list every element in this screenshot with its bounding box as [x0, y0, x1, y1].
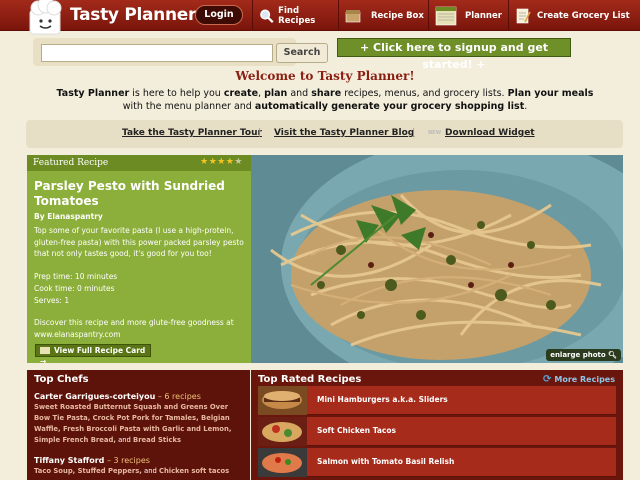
welcome-share: share [311, 88, 342, 99]
welcome-plan: plan [264, 88, 288, 99]
recipe-card-icon [40, 347, 50, 354]
blog-link[interactable]: Visit the Tasty Planner Blog [274, 128, 414, 138]
tour-link[interactable]: Take the Tasty Planner Tour [122, 128, 262, 138]
magnifier-icon [260, 9, 274, 23]
rated-recipe-label: Mini Hamburgers a.k.a. Sliders [317, 395, 448, 404]
featured-photo[interactable]: enlarge photo 🔍︎ [251, 155, 623, 363]
new-tag: NEW [428, 130, 442, 136]
zoom-icon: 🔍︎ [608, 351, 617, 359]
welcome-create: create [223, 88, 259, 99]
enlarge-photo-label: enlarge photo [550, 351, 606, 359]
welcome-text-part: with the menu planner and [122, 101, 255, 112]
search-button[interactable]: Search [276, 43, 328, 63]
nav-planner[interactable]: Planner [428, 0, 506, 31]
chef-logo-icon[interactable] [24, 0, 68, 36]
top-rated-title: Top Rated Recipes [258, 374, 362, 385]
nav-grocery-list-label: Create Grocery List [537, 10, 630, 21]
top-chefs-panel: Top Chefs Carter Garrigues-corteiyou – 6… [27, 370, 250, 480]
links-bar: Take the Tasty Planner Tour | Visit the … [26, 120, 623, 148]
link-separator: | [258, 128, 262, 138]
chef-recipe-link[interactable]: Chicken soft tacos [159, 467, 229, 475]
chef-recipes: Sweet Roasted Butternut Squash and Green… [34, 402, 246, 446]
link-separator: | [412, 128, 416, 138]
serves: Serves: 1 [34, 296, 70, 305]
chef-name[interactable]: Carter Garrigues-corteiyou [34, 392, 155, 401]
site-header: Tasty Planner Login Find Recipes Recipe … [0, 0, 640, 35]
featured-header-label: Featured Recipe [33, 158, 109, 168]
view-recipe-card-button[interactable]: View Full Recipe Card → [35, 344, 151, 366]
rated-recipe-row[interactable]: Mini Hamburgers a.k.a. Sliders [258, 386, 616, 415]
welcome-text-part: recipes, menus, and grocery lists. [341, 88, 508, 99]
enlarge-photo-button[interactable]: enlarge photo 🔍︎ [546, 349, 621, 361]
more-recipes-label: More Recipes [554, 375, 615, 384]
chef-name[interactable]: Tiffany Stafford [34, 456, 104, 465]
refresh-icon: ⟳ [543, 374, 552, 385]
nav-recipe-box-label: Recipe Box [371, 10, 424, 21]
planner-icon [435, 6, 457, 25]
welcome-brand: Tasty Planner [56, 88, 130, 99]
top-rated-panel: Top Rated Recipes ⟳ More Recipes Mini Ham… [251, 370, 623, 480]
recipe-thumbnail[interactable] [258, 448, 307, 477]
welcome-title: Welcome to Tasty Planner! [235, 69, 415, 83]
login-button[interactable]: Login [195, 5, 243, 25]
featured-more: Discover this recipe and more glute-free… [34, 318, 234, 339]
chef-recipe-count: – 3 recipes [104, 456, 150, 465]
signup-button[interactable]: + Click here to signup and get started! … [337, 38, 571, 71]
welcome-plan-meals: Plan your meals [507, 88, 594, 99]
chef-recipes: Taco Soup, Stuffed Peppers, and Chicken … [34, 466, 246, 477]
chef-recipes-and: and [141, 467, 159, 475]
chef-entry: Carter Garrigues-corteiyou – 6 recipes S… [34, 392, 246, 446]
widget-link[interactable]: Download Widget [445, 128, 535, 138]
cook-time: Cook time: 0 minutes [34, 284, 115, 293]
rated-recipe-label: Soft Chicken Tacos [317, 426, 396, 435]
search-bar: Search [33, 38, 328, 66]
rating-stars: ★★★★★ [200, 157, 243, 167]
chef-recipe-link[interactable]: Bread Sticks [133, 436, 181, 444]
rated-recipe-label: Salmon with Tomato Basil Relish [317, 457, 455, 466]
featured-description: Top some of your favorite pasta (I use a… [34, 226, 244, 258]
top-chefs-title: Top Chefs [34, 374, 89, 385]
grocery-list-icon [516, 8, 531, 23]
pasta-image [251, 155, 623, 363]
nav-find-recipes[interactable]: Find Recipes [252, 0, 336, 31]
welcome-generate-list: automatically generate your grocery shop… [254, 101, 525, 112]
logo-text[interactable]: Tasty Planner [70, 5, 196, 25]
chef-recipes-and: and [115, 436, 134, 444]
featured-author[interactable]: By Elanaspantry [34, 212, 103, 221]
rated-recipe-row[interactable]: Salmon with Tomato Basil Relish [258, 448, 616, 477]
welcome-text-part: is here to help you [129, 88, 224, 99]
chef-entry: Tiffany Stafford – 3 recipes Taco Soup, … [34, 456, 246, 477]
search-input[interactable] [41, 44, 273, 62]
nav-grocery-list[interactable]: Create Grocery List [508, 0, 640, 31]
recipe-thumbnail[interactable] [258, 386, 307, 415]
chef-recipe-count: – 6 recipes [155, 392, 201, 401]
more-recipes-link[interactable]: ⟳ More Recipes [543, 374, 615, 385]
rated-recipe-row[interactable]: Soft Chicken Tacos [258, 417, 616, 446]
chef-recipe-links[interactable]: Taco Soup, Stuffed Peppers, [34, 467, 142, 475]
featured-title[interactable]: Parsley Pesto with Sundried Tomatoes [34, 179, 244, 209]
nav-find-recipes-label: Find Recipes [278, 5, 316, 26]
featured-header: Featured Recipe ★★★★★ [27, 155, 251, 171]
featured-recipe: Featured Recipe ★★★★★ Parsley Pesto with… [27, 155, 251, 366]
view-recipe-card-label: View Full Recipe Card → [40, 346, 146, 366]
welcome-text-part: . [524, 101, 528, 112]
prep-time: Prep time: 10 minutes [34, 272, 118, 281]
nav-recipe-box[interactable]: Recipe Box [338, 0, 426, 31]
welcome-text-part: and [287, 88, 312, 99]
welcome-text: Tasty Planner is here to help you create… [50, 87, 600, 113]
nav-planner-label: Planner [465, 10, 502, 21]
featured-times: Prep time: 10 minutes Cook time: 0 minut… [34, 271, 117, 307]
recipe-thumbnail[interactable] [258, 417, 307, 446]
recipe-box-icon [345, 9, 361, 22]
